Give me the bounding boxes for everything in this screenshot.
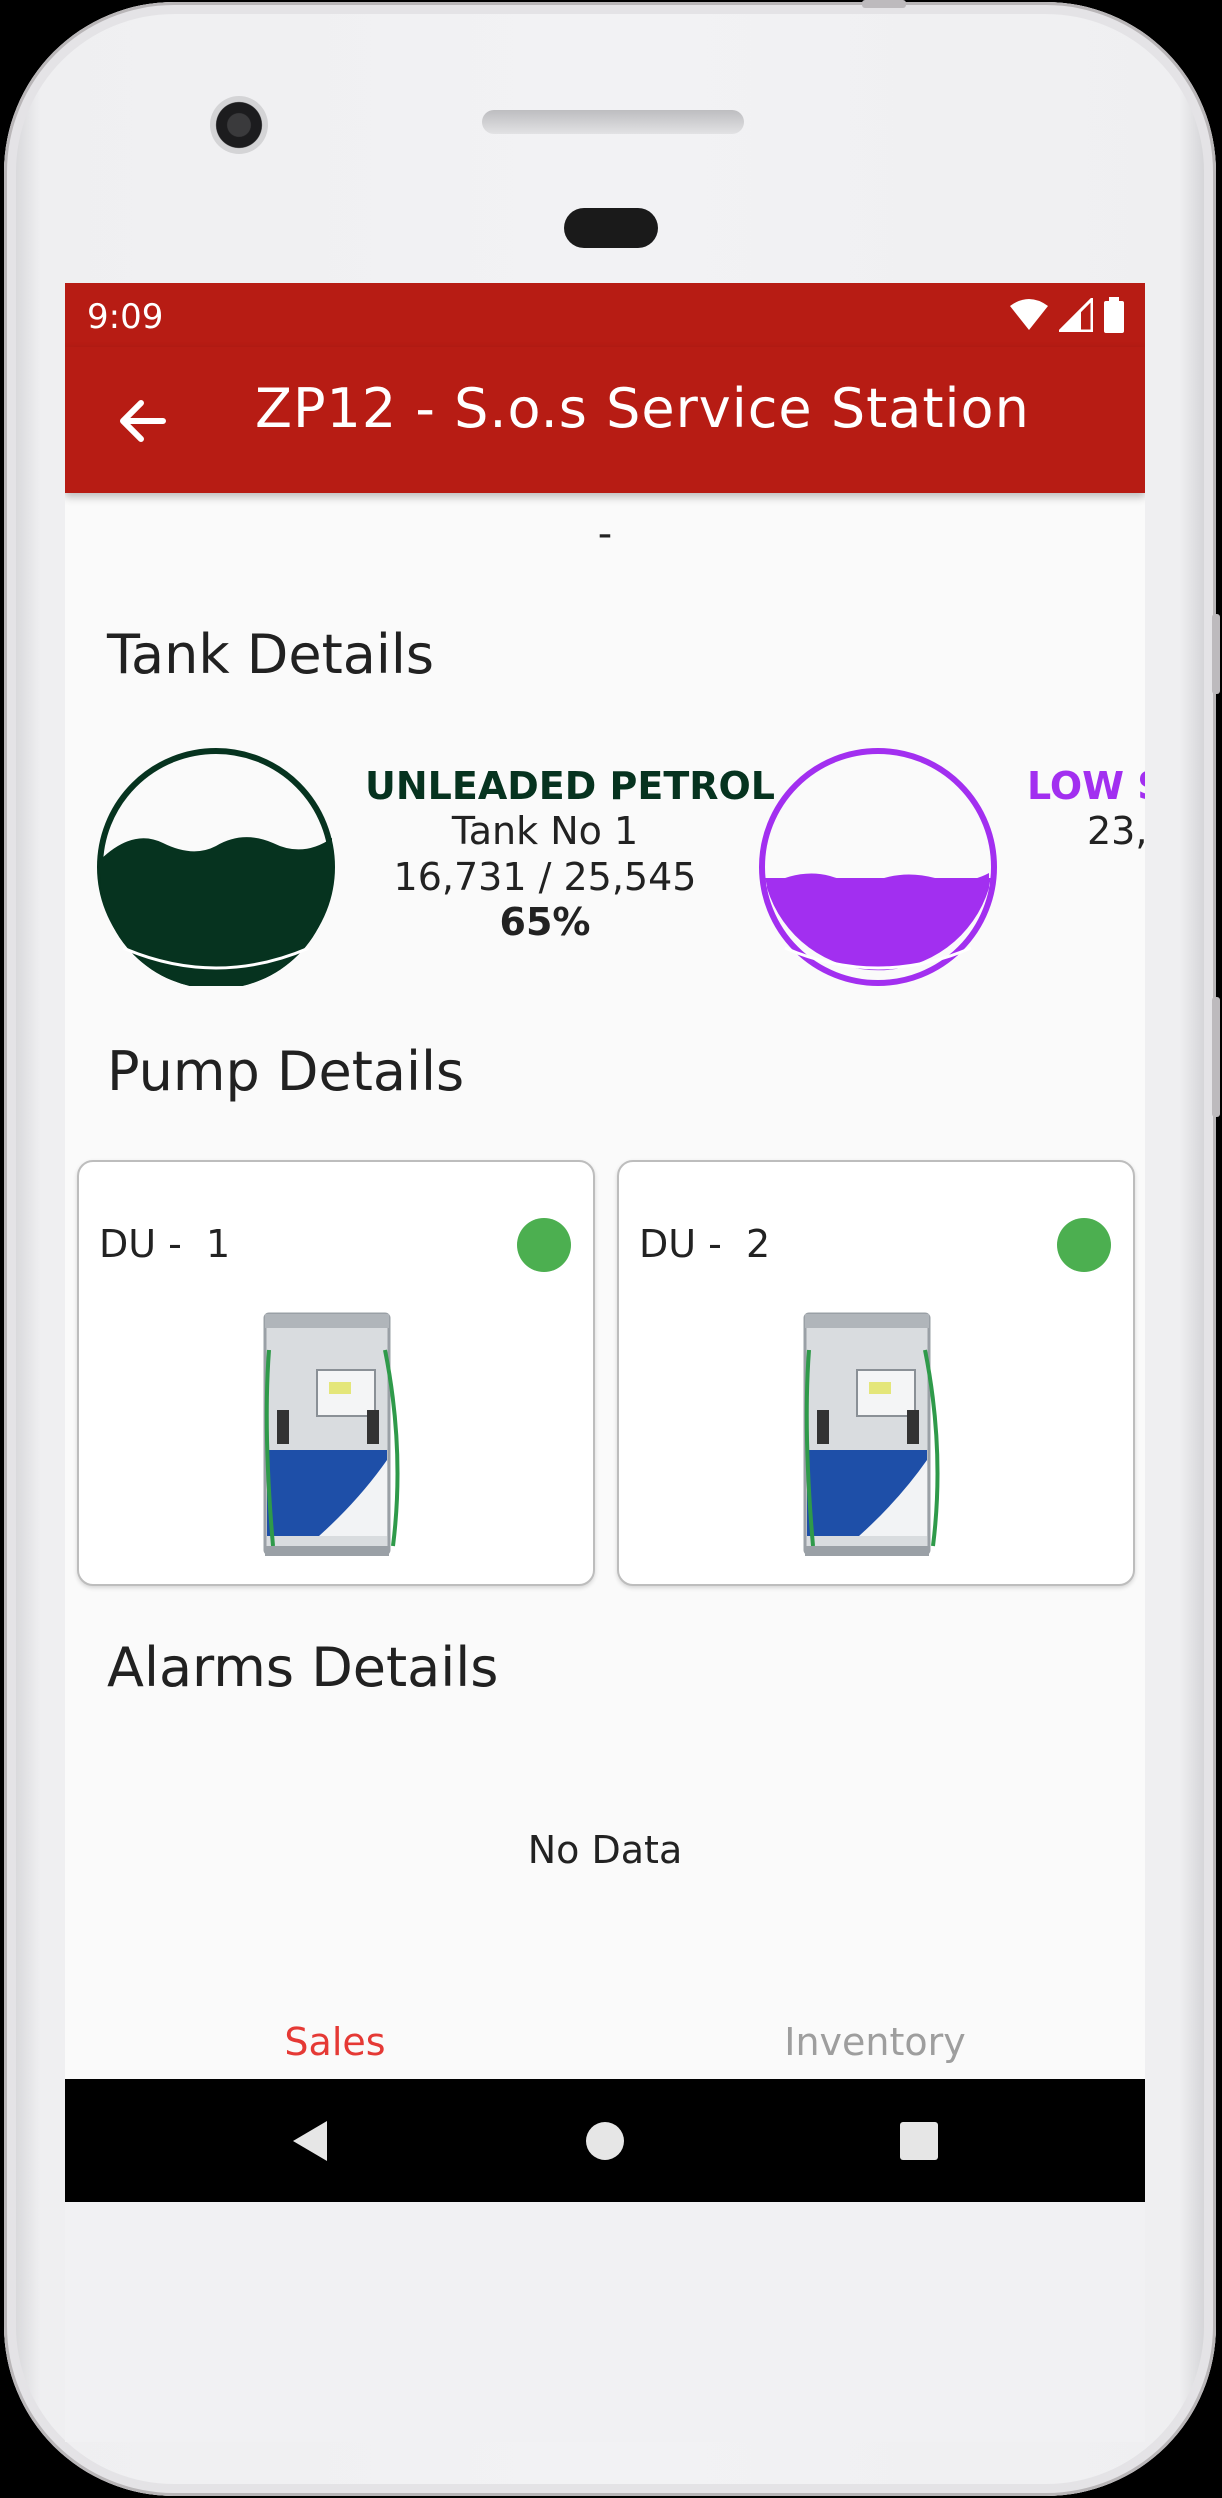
- front-camera: [210, 96, 268, 154]
- pump-details-heading: Pump Details: [107, 1040, 465, 1103]
- tank-percent: 65%: [499, 900, 591, 944]
- proximity-sensor: [564, 208, 658, 248]
- status-time: 9:09: [87, 297, 164, 337]
- app-screen: 9:09 ZP12 - S.o.s Service Station - Tank…: [65, 283, 1145, 2203]
- tank-volume: 16,731 / 25,545: [393, 855, 697, 899]
- pump-status-indicator: [1057, 1218, 1111, 1272]
- alarms-empty-text: No Data: [527, 1828, 683, 1872]
- back-arrow-icon[interactable]: [109, 387, 177, 455]
- pump-status-indicator: [517, 1218, 571, 1272]
- volume-button: [1212, 614, 1220, 694]
- pump-card-2[interactable]: DU - 2: [617, 1160, 1135, 1586]
- pump-label: DU - 2: [639, 1222, 771, 1266]
- station-subtitle: -: [597, 511, 613, 557]
- tank-product-name: LOW S: [1027, 764, 1145, 808]
- tank-product-name: UNLEADED PETROL: [365, 764, 776, 808]
- battery-icon: [1104, 297, 1124, 333]
- tank-level-gauge: [97, 748, 335, 986]
- tank-number: Tank No 1: [451, 809, 639, 853]
- tank-level-gauge: [759, 748, 997, 986]
- tank-info: UNLEADED PETROL Tank No 1 16,731 / 25,54…: [365, 764, 776, 944]
- fuel-dispenser-icon: [803, 1312, 940, 1556]
- page-title: ZP12 - S.o.s Service Station: [255, 377, 1030, 440]
- tab-sales[interactable]: Sales: [65, 2005, 605, 2079]
- nav-recents-icon[interactable]: [895, 2117, 943, 2165]
- wifi-icon: [1010, 299, 1048, 330]
- earpiece-speaker: [482, 110, 744, 134]
- tank-info: LOW S 23,: [1027, 764, 1145, 854]
- nav-home-icon[interactable]: [581, 2117, 629, 2165]
- tank-volume: 23,: [1087, 809, 1145, 853]
- pump-label: DU - 1: [99, 1222, 231, 1266]
- power-button: [1212, 997, 1220, 1117]
- top-button: [862, 0, 906, 8]
- phone-chin: [65, 2202, 1145, 2442]
- alarms-details-heading: Alarms Details: [107, 1636, 499, 1699]
- tab-inventory[interactable]: Inventory: [605, 2005, 1145, 2079]
- app-bar: ZP12 - S.o.s Service Station: [65, 347, 1145, 493]
- status-icons: [1009, 295, 1125, 335]
- status-bar: 9:09: [65, 283, 1145, 347]
- system-nav-bar: [65, 2079, 1145, 2203]
- pump-card-1[interactable]: DU - 1: [77, 1160, 595, 1586]
- fuel-dispenser-icon: [263, 1312, 400, 1556]
- nav-back-icon[interactable]: [287, 2117, 335, 2165]
- signal-icon: [1059, 298, 1093, 332]
- tank-details-heading: Tank Details: [107, 623, 435, 686]
- bottom-tabs: Sales Inventory: [65, 2005, 1145, 2079]
